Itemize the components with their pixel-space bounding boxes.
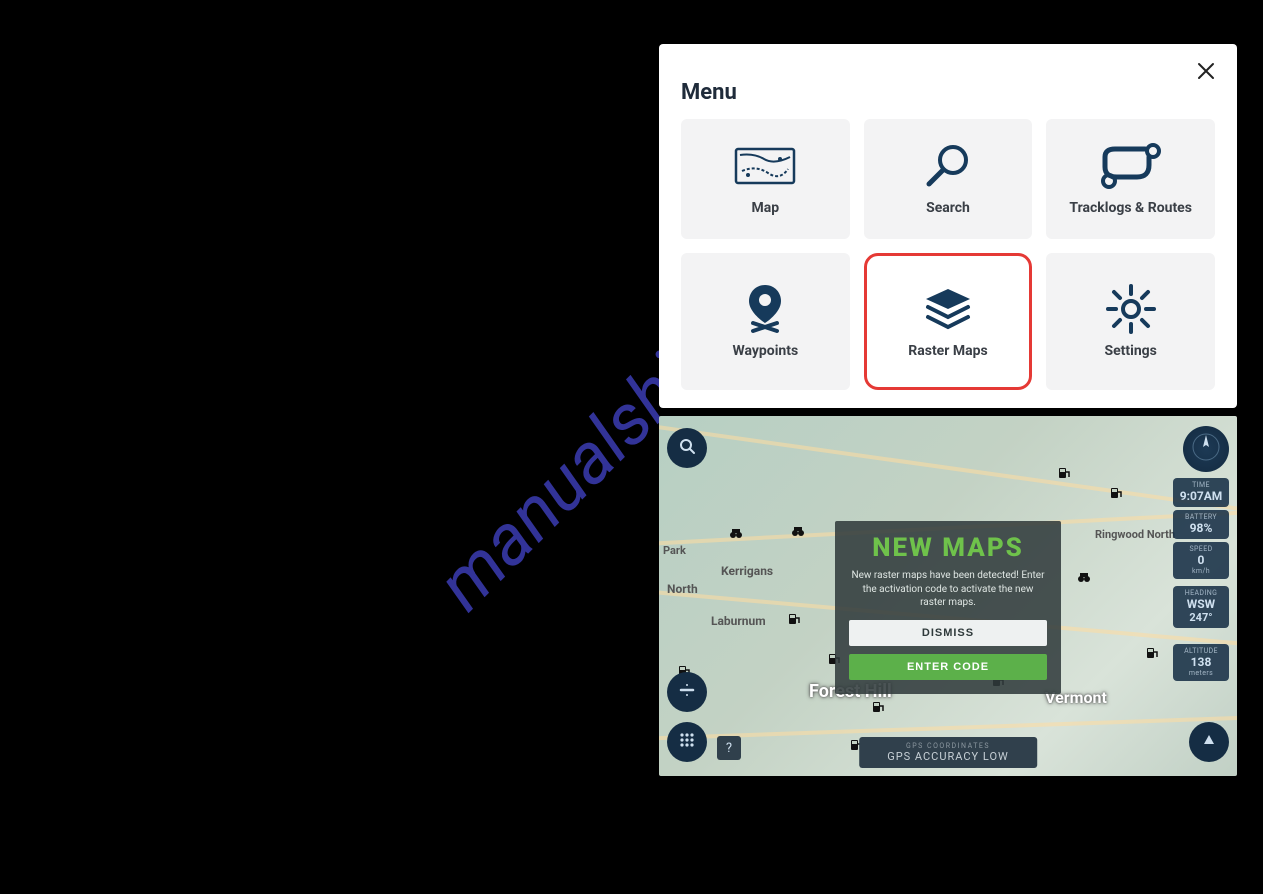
recenter-button[interactable] xyxy=(1189,722,1229,762)
menu-tile-raster-maps[interactable]: Raster Maps xyxy=(864,253,1033,390)
stat-unit: 247° xyxy=(1175,611,1227,624)
menu-panel: Menu Map Search xyxy=(659,44,1237,408)
dismiss-button[interactable]: DISMISS xyxy=(849,620,1047,646)
stat-battery[interactable]: BATTERY 98% xyxy=(1173,510,1229,539)
map-icon xyxy=(733,142,797,190)
menu-tile-map[interactable]: Map xyxy=(681,119,850,239)
menu-tile-label: Settings xyxy=(1104,343,1156,359)
layers-icon xyxy=(916,285,980,333)
gps-accuracy-bar: GPS COORDINATES GPS ACCURACY LOW xyxy=(859,737,1037,768)
stat-label: TIME xyxy=(1175,481,1227,489)
place-label-kerrigans: Kerrigans xyxy=(721,564,773,578)
gps-accuracy-value: GPS ACCURACY LOW xyxy=(887,750,1009,763)
grid-icon xyxy=(678,731,696,753)
zoom-out-button[interactable] xyxy=(667,672,707,712)
menu-tile-routes[interactable]: Tracklogs & Routes xyxy=(1046,119,1215,239)
stat-unit: km/h xyxy=(1175,567,1227,575)
dialog-body: New raster maps have been detected! Ente… xyxy=(849,569,1047,610)
fuel-poi-icon xyxy=(1057,466,1071,480)
stat-unit: meters xyxy=(1175,669,1227,677)
stat-label: ALTITUDE xyxy=(1175,647,1227,655)
binoculars-poi-icon xyxy=(729,526,743,540)
minus-icon xyxy=(678,681,696,703)
place-label-laburnum: Laburnum xyxy=(711,614,766,628)
close-icon xyxy=(1197,65,1215,84)
apps-button[interactable] xyxy=(667,722,707,762)
enter-code-button[interactable]: ENTER CODE xyxy=(849,654,1047,680)
binoculars-poi-icon xyxy=(791,524,805,538)
dialog-title: NEW MAPS xyxy=(849,533,1047,563)
close-button[interactable] xyxy=(1197,62,1215,84)
menu-tile-settings[interactable]: Settings xyxy=(1046,253,1215,390)
menu-grid: Map Search Tracklogs & Route xyxy=(681,119,1215,390)
search-icon xyxy=(916,142,980,190)
map-view[interactable]: Forest Hill Vermont Laburnum Kerrigans N… xyxy=(659,416,1237,776)
stat-time[interactable]: TIME 9:07AM xyxy=(1173,478,1229,507)
place-label-ringwood: Ringwood North xyxy=(1095,528,1175,541)
fuel-poi-icon xyxy=(1145,646,1159,660)
gps-accuracy-label: GPS COORDINATES xyxy=(887,742,1009,750)
menu-tile-label: Search xyxy=(926,200,970,216)
stat-heading[interactable]: HEADING WSW 247° xyxy=(1173,586,1229,628)
stat-label: BATTERY xyxy=(1175,513,1227,521)
gear-icon xyxy=(1099,285,1163,333)
stat-value: 0 xyxy=(1175,553,1227,567)
stat-label: HEADING xyxy=(1175,589,1227,597)
menu-tile-label: Raster Maps xyxy=(908,343,987,359)
fuel-poi-icon xyxy=(787,612,801,626)
triangle-up-icon xyxy=(1201,732,1217,752)
stat-value: 9:07AM xyxy=(1175,489,1227,503)
search-icon xyxy=(678,437,696,459)
menu-tile-label: Tracklogs & Routes xyxy=(1069,200,1192,216)
fuel-poi-icon xyxy=(871,700,885,714)
stat-value: 98% xyxy=(1175,521,1227,535)
binoculars-poi-icon xyxy=(1077,570,1091,584)
new-maps-dialog: NEW MAPS New raster maps have been detec… xyxy=(835,521,1061,694)
stat-speed[interactable]: SPEED 0 km/h xyxy=(1173,542,1229,579)
road-line xyxy=(659,423,1237,513)
stat-label: SPEED xyxy=(1175,545,1227,553)
waypoint-icon xyxy=(733,285,797,333)
search-map-button[interactable] xyxy=(667,428,707,468)
menu-title: Menu xyxy=(681,80,1215,105)
menu-tile-waypoints[interactable]: Waypoints xyxy=(681,253,850,390)
compass-icon xyxy=(1191,432,1221,466)
menu-tile-label: Waypoints xyxy=(732,343,798,359)
stat-value: WSW xyxy=(1175,597,1227,611)
stat-altitude[interactable]: ALTITUDE 138 meters xyxy=(1173,644,1229,681)
fuel-poi-icon xyxy=(1109,486,1123,500)
place-label-north: North xyxy=(667,582,698,596)
help-button[interactable]: ? xyxy=(717,736,741,760)
menu-tile-search[interactable]: Search xyxy=(864,119,1033,239)
compass-button[interactable] xyxy=(1183,426,1229,472)
place-label-park: Park xyxy=(663,544,686,557)
menu-tile-label: Map xyxy=(752,200,780,216)
stat-value: 138 xyxy=(1175,655,1227,669)
route-icon xyxy=(1099,142,1163,190)
